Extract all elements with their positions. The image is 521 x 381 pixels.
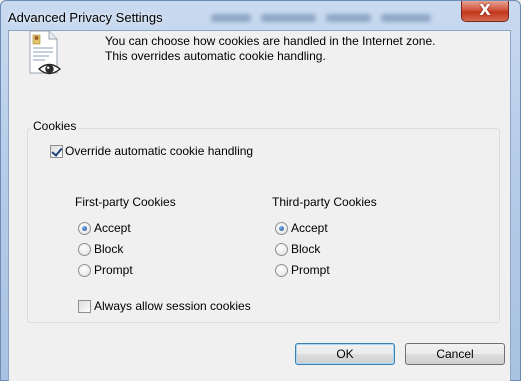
first-party-accept-label[interactable]: Accept	[94, 221, 131, 235]
third-party-heading: Third-party Cookies	[272, 195, 377, 209]
background-window-blur	[211, 11, 461, 25]
first-party-heading: First-party Cookies	[75, 195, 176, 209]
third-party-prompt-label[interactable]: Prompt	[291, 263, 330, 277]
override-label[interactable]: Override automatic cookie handling	[65, 144, 253, 158]
privacy-document-eye-icon	[29, 30, 62, 75]
third-party-prompt-radio[interactable]	[275, 264, 288, 277]
window-title: Advanced Privacy Settings	[8, 10, 163, 25]
title-bar[interactable]: Advanced Privacy Settings X	[1, 1, 520, 31]
info-line-2: This overrides automatic cookie handling…	[105, 49, 326, 63]
cookies-group-label: Cookies	[31, 119, 79, 133]
info-text: You can choose how cookies are handled i…	[105, 34, 485, 64]
first-party-block-radio[interactable]	[78, 243, 91, 256]
first-party-prompt-radio[interactable]	[78, 264, 91, 277]
close-button[interactable]: X	[461, 1, 509, 22]
first-party-block-label[interactable]: Block	[94, 242, 123, 256]
session-cookies-label[interactable]: Always allow session cookies	[94, 299, 251, 313]
third-party-accept-radio[interactable]	[275, 222, 288, 235]
override-checkbox[interactable]	[50, 145, 63, 158]
third-party-block-label[interactable]: Block	[291, 242, 320, 256]
close-icon: X	[479, 1, 491, 19]
ok-button[interactable]: OK	[295, 343, 395, 365]
third-party-accept-label[interactable]: Accept	[291, 221, 328, 235]
info-line-1: You can choose how cookies are handled i…	[105, 34, 436, 48]
cancel-button[interactable]: Cancel	[405, 343, 505, 365]
third-party-block-radio[interactable]	[275, 243, 288, 256]
first-party-prompt-label[interactable]: Prompt	[94, 263, 133, 277]
first-party-accept-radio[interactable]	[78, 222, 91, 235]
session-cookies-checkbox[interactable]	[78, 300, 91, 313]
